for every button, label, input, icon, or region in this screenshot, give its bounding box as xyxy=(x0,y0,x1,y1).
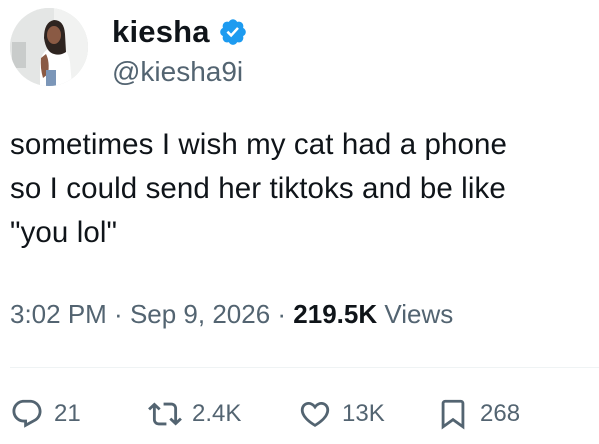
bookmark-count: 268 xyxy=(480,400,521,427)
display-name-row: kiesha xyxy=(112,12,248,52)
reply-icon xyxy=(12,399,42,428)
meta-separator: · xyxy=(270,299,294,329)
bookmark-button[interactable]: 268 xyxy=(436,392,520,436)
tweet-date[interactable]: Sep 9, 2026 xyxy=(130,299,270,329)
repost-count: 2.4K xyxy=(192,400,242,427)
views-label: Views xyxy=(377,299,454,329)
avatar-image xyxy=(10,8,88,86)
bookmark-icon xyxy=(441,399,465,430)
tweet-time[interactable]: 3:02 PM xyxy=(10,299,107,329)
reply-count: 21 xyxy=(54,400,81,427)
reply-button[interactable]: 21 xyxy=(10,392,81,436)
heart-icon xyxy=(300,401,330,427)
meta-separator: · xyxy=(106,299,130,329)
user-names: kiesha @kiesha9i xyxy=(112,12,248,90)
like-button[interactable]: 13K xyxy=(298,392,385,436)
repost-button[interactable]: 2.4K xyxy=(148,392,241,436)
tweet-meta: 3:02 PM · Sep 9, 2026 · 219.5K Views xyxy=(10,296,453,332)
verified-badge-icon[interactable] xyxy=(218,17,248,47)
like-count: 13K xyxy=(342,400,385,427)
tweet-actions: 21 2.4K 13K 268 xyxy=(10,392,570,436)
tweet-text: sometimes I wish my cat had a phone so I… xyxy=(10,128,508,249)
repost-icon xyxy=(148,402,182,426)
tweet-header: kiesha @kiesha9i xyxy=(10,8,248,90)
tweet-card: kiesha @kiesha9i sometimes I wish my cat… xyxy=(0,0,599,444)
user-handle[interactable]: @kiesha9i xyxy=(112,54,248,90)
views-count[interactable]: 219.5K xyxy=(293,299,377,329)
display-name[interactable]: kiesha xyxy=(112,12,210,52)
avatar[interactable] xyxy=(10,8,88,86)
divider xyxy=(10,367,599,368)
